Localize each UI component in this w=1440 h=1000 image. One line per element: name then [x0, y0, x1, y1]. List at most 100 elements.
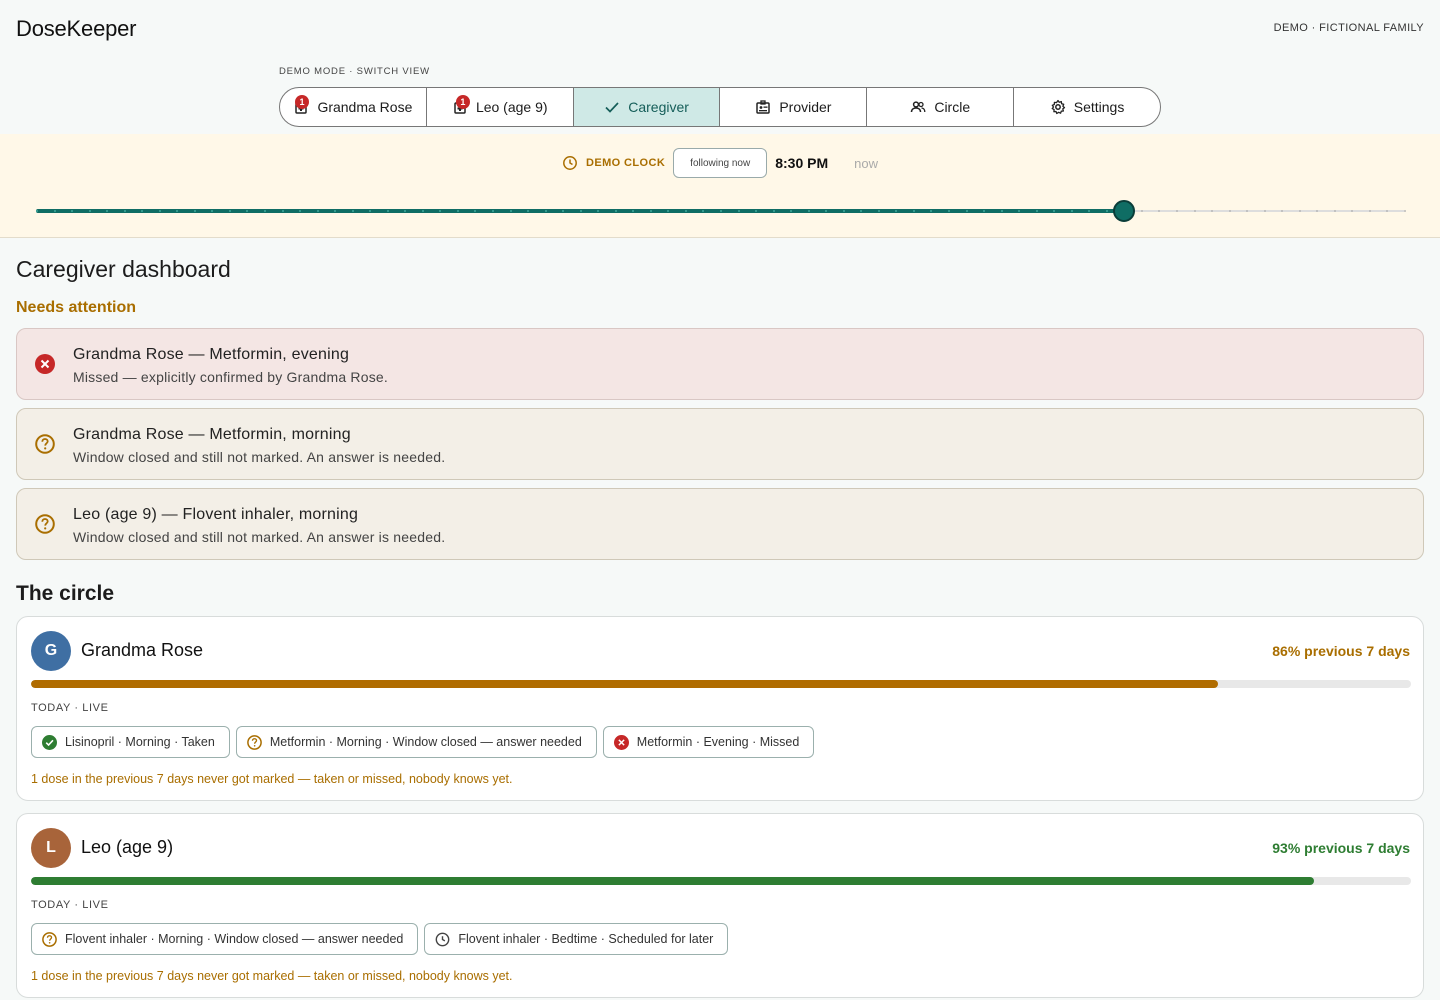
people-icon: [911, 101, 926, 113]
dose-chip[interactable]: Lisinopril · Morning · Taken: [31, 726, 230, 758]
member-card-grandma-rose[interactable]: G Grandma Rose 86% previous 7 days TODAY…: [16, 616, 1424, 801]
dose-chip[interactable]: Metformin · Morning · Window closed — an…: [235, 726, 597, 758]
check-circle-icon: [42, 734, 57, 750]
slider-tick: [667, 210, 670, 212]
slider-tick: [1053, 210, 1056, 212]
avatar: G: [31, 631, 71, 671]
member-card-leo[interactable]: L Leo (age 9) 93% previous 7 days TODAY …: [16, 813, 1424, 998]
demo-tag: DEMO · FICTIONAL FAMILY: [1273, 22, 1424, 34]
notification-badge: 1: [295, 95, 309, 109]
slider-tick: [948, 210, 950, 212]
slider-tick: [316, 210, 319, 212]
slider-tick: [597, 210, 600, 212]
slider-tick: [193, 210, 196, 212]
slider-tick: [158, 210, 161, 212]
slider-tick: [1351, 210, 1354, 212]
slider-thumb[interactable]: [1112, 200, 1135, 222]
slider-tick: [842, 210, 845, 212]
missed-icon: [613, 734, 629, 750]
adherence-bar: [31, 877, 1411, 885]
slider-tick: [334, 210, 337, 212]
slider-tick: [456, 210, 459, 212]
tab-circle[interactable]: Circle: [867, 88, 1015, 126]
slider-tick: [930, 210, 933, 212]
tab-caregiver[interactable]: Caregiver: [573, 88, 721, 126]
slider-tick: [246, 210, 249, 212]
slider-tick: [702, 210, 705, 212]
slider-tick: [211, 210, 214, 212]
slider-tick: [439, 210, 442, 212]
slider-tick: [1035, 210, 1038, 212]
dose-chip[interactable]: Flovent inhaler · Bedtime · Scheduled fo…: [424, 923, 729, 955]
slider-tick: [1386, 210, 1389, 212]
adherence-bar: [31, 680, 1411, 688]
slider-tick: [825, 210, 828, 212]
adherence-label: 93% previous 7 days: [1272, 840, 1410, 856]
alert-subtitle: Window closed and still not marked. An a…: [73, 529, 446, 545]
slider-tick: [895, 210, 898, 212]
circle-heading: The circle: [16, 582, 115, 605]
slider-tick: [527, 210, 530, 212]
question-icon: [35, 514, 55, 534]
alert-subtitle: Missed — explicitly confirmed by Grandma…: [73, 369, 388, 385]
slider-tick: [1316, 210, 1319, 212]
slider-tick: [71, 210, 74, 212]
app-title: DoseKeeper: [16, 16, 137, 41]
slider-tick: [53, 210, 56, 212]
gear-icon: [1051, 99, 1065, 115]
clock-icon: [435, 932, 450, 946]
tab-leo[interactable]: 1 Leo (age 9): [427, 88, 574, 126]
tab-label: Provider: [779, 99, 832, 115]
slider-tick: [983, 210, 986, 212]
slider-ticks: [36, 210, 1406, 212]
following-now-button[interactable]: following now: [673, 148, 768, 178]
attention-alert[interactable]: Grandma Rose — Metformin, morning Window…: [16, 408, 1424, 480]
alert-title: Grandma Rose — Metformin, evening: [73, 346, 350, 363]
slider-tick: [351, 210, 354, 212]
slider-tick: [737, 210, 740, 212]
needs-attention-heading: Needs attention: [16, 299, 137, 316]
dose-chip[interactable]: Metformin · Evening · Missed: [602, 726, 815, 758]
slider-tick: [1263, 210, 1266, 212]
demo-clock-label: DEMO CLOCK: [586, 157, 666, 169]
slider-tick: [509, 210, 512, 212]
dose-chips: Flovent inhaler · Morning · Window close…: [31, 923, 729, 955]
tab-provider[interactable]: Provider: [720, 88, 868, 126]
question-icon: [42, 931, 57, 947]
attention-alert[interactable]: Leo (age 9) — Flovent inhaler, morning W…: [16, 488, 1424, 560]
slider-tick: [562, 210, 565, 212]
slider-tick: [492, 210, 494, 212]
slider-tick: [860, 210, 863, 212]
slider-tick: [1193, 210, 1196, 212]
slider-tick: [755, 210, 758, 212]
dose-chip-label: Metformin · Evening · Missed: [636, 735, 800, 749]
slider-tick: [684, 210, 687, 212]
tab-settings[interactable]: Settings: [1014, 88, 1160, 126]
slider-tick: [106, 210, 109, 212]
slider-tick: [632, 210, 635, 212]
slider-tick: [141, 210, 144, 212]
slider-tick: [649, 210, 652, 212]
slider-tick: [1211, 210, 1214, 212]
dose-chip-label: Flovent inhaler · Bedtime · Scheduled fo…: [458, 932, 714, 946]
slider-tick: [176, 210, 179, 212]
demo-clock-time: 8:30 PM: [775, 155, 829, 171]
slider-tick: [474, 210, 477, 212]
adherence-label: 86% previous 7 days: [1272, 643, 1410, 659]
slider-tick: [88, 210, 91, 212]
tab-grandma-rose[interactable]: 1 Grandma Rose: [280, 88, 427, 126]
time-slider[interactable]: [36, 200, 1406, 222]
question-icon: [246, 734, 262, 750]
slider-tick: [720, 210, 722, 212]
attention-alert[interactable]: Grandma Rose — Metformin, evening Missed…: [16, 328, 1424, 400]
slider-tick: [281, 210, 284, 212]
slider-tick: [1246, 210, 1249, 212]
alert-title: Leo (age 9) — Flovent inhaler, morning: [73, 506, 359, 523]
missed-icon: [35, 354, 55, 374]
dose-chip[interactable]: Flovent inhaler · Morning · Window close…: [31, 923, 419, 955]
slider-tick: [1000, 210, 1003, 212]
tab-label: Grandma Rose: [317, 99, 413, 115]
slider-tick: [36, 210, 38, 212]
view-switcher: 1 Grandma Rose 1 Leo (age 9) Caregiver P…: [279, 87, 1161, 127]
member-name: Grandma Rose: [81, 640, 204, 660]
